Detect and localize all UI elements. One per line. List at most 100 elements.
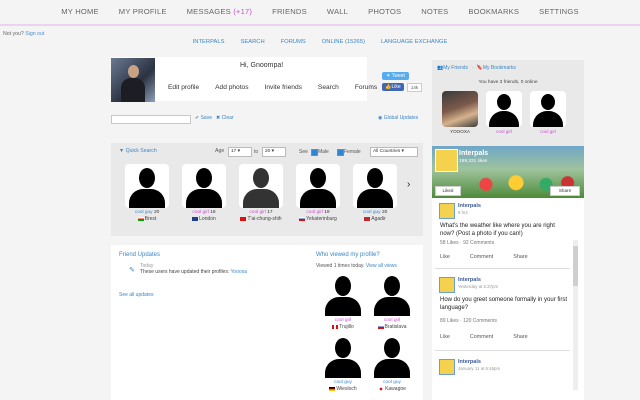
country-value: All Countries — [373, 149, 401, 154]
friend-card[interactable]: cool girl — [486, 91, 522, 134]
nav-settings[interactable]: SETTINGS — [529, 0, 589, 24]
male-label: Male — [318, 149, 329, 155]
who-viewed-title[interactable]: Who viewed my profile? — [316, 252, 380, 258]
edit-profile-button[interactable]: Edit profile — [160, 84, 207, 91]
nav-bookmarks[interactable]: BOOKMARKS — [458, 0, 529, 24]
post-author[interactable]: Interpals — [458, 359, 481, 365]
invite-friends-button[interactable]: Invite friends — [257, 84, 310, 91]
post-time: January 11 at 6:46pm — [458, 366, 501, 371]
share-button[interactable]: Share — [550, 186, 580, 196]
nav-friends[interactable]: FRIENDS — [262, 0, 317, 24]
viewer-card[interactable]: cool girl Trujillo — [321, 272, 365, 330]
search-result-card[interactable]: cool girl 17 T'ai-chung-shih — [239, 164, 283, 222]
viewer-card[interactable]: cool girl Bratislava — [370, 272, 414, 330]
like-post-button[interactable]: Like — [440, 254, 450, 260]
next-arrow-icon[interactable]: › — [407, 179, 410, 190]
subnav-language-exchange[interactable]: LANGUAGE EXCHANGE — [373, 39, 455, 45]
liked-button[interactable]: Liked — [435, 186, 461, 196]
subnav-search[interactable]: SEARCH — [232, 39, 272, 45]
result-name: cool guy 20 — [362, 210, 388, 215]
female-checkbox[interactable] — [337, 149, 344, 156]
subnav-interpals[interactable]: INTERPALS — [185, 39, 233, 45]
save-link[interactable]: ✔ Save — [195, 115, 212, 121]
flag-icon — [192, 216, 199, 221]
friend-card[interactable]: YOOOXA — [442, 91, 478, 134]
nav-my-profile[interactable]: MY PROFILE — [109, 0, 177, 24]
global-updates-link[interactable]: ◉ Global Updates — [378, 115, 418, 121]
add-photos-button[interactable]: Add photos — [207, 84, 256, 91]
friend-card[interactable]: cool girl — [530, 91, 566, 134]
flag-icon — [240, 216, 247, 221]
friend-photo — [442, 91, 478, 127]
flag-icon — [377, 324, 384, 329]
share-post-button[interactable]: Share — [513, 254, 527, 260]
tweet-button[interactable]: ✦ Tweet — [382, 72, 409, 80]
facebook-page-name[interactable]: Interpals — [459, 150, 488, 157]
nav-messages[interactable]: MESSAGES (+17) — [177, 0, 263, 24]
tab-my-friends[interactable]: 👥My Friends — [437, 65, 468, 71]
share-post-button[interactable]: Share — [513, 334, 527, 340]
facebook-widget: Interpals 199,331 likes Liked Share Inte… — [432, 146, 584, 400]
like-label: Like — [391, 84, 401, 90]
signout-link[interactable]: Sign out — [25, 31, 44, 37]
nav-my-home[interactable]: MY HOME — [51, 0, 109, 24]
search-result-card[interactable]: cool girl 18 London — [182, 164, 226, 222]
post-time: 9 hrs — [458, 210, 468, 215]
subnav-forums[interactable]: FORUMS — [273, 39, 314, 45]
comment-post-button[interactable]: Comment — [470, 254, 493, 260]
post-author[interactable]: Interpals — [458, 203, 481, 209]
like-post-button[interactable]: Like — [440, 334, 450, 340]
post-author[interactable]: Interpals — [458, 277, 481, 283]
post-text: What's the weather like where you are ri… — [440, 223, 555, 237]
quick-search-results: cool guy 20 Brest cool girl 18 London co… — [125, 164, 397, 222]
nav-notes[interactable]: NOTES — [411, 0, 458, 24]
country-select[interactable]: All Countries ▾ — [370, 147, 418, 157]
friends-tabs: 👥My Friends · 🔖My Bookmarks — [437, 65, 516, 71]
flag-icon — [378, 386, 385, 391]
age-from-select[interactable]: 17 ▾ — [228, 147, 252, 157]
search-result-card[interactable]: cool girl 19 Yekaterinburg — [296, 164, 340, 222]
comment-post-button[interactable]: Comment — [470, 334, 493, 340]
tab-my-bookmarks[interactable]: 🔖My Bookmarks — [477, 65, 516, 71]
friend-updates-title: Friend Updates — [119, 252, 161, 258]
facebook-like-button[interactable]: 👍Like — [382, 83, 404, 91]
avatar[interactable] — [111, 58, 155, 102]
search-result-card[interactable]: cool guy 20 Agadir — [353, 164, 397, 222]
age-to-select[interactable]: 20 ▾ — [262, 147, 286, 157]
result-location: Brest — [125, 216, 169, 222]
viewer-name: cool girl — [383, 318, 401, 323]
viewer-name: cool girl — [334, 318, 352, 323]
view-all-views-link[interactable]: View all views — [366, 263, 397, 269]
flag-icon — [364, 216, 371, 221]
who-viewed-sub: Viewed 1 times today. View all views — [316, 263, 397, 269]
globe-icon: ◉ — [378, 115, 383, 121]
see-all-updates-link[interactable]: See all updates — [119, 292, 153, 298]
result-name: cool guy 20 — [134, 210, 160, 215]
see-label: See — [299, 149, 308, 155]
update-user-link[interactable]: Yoooxa — [231, 269, 248, 275]
search-result-card[interactable]: cool guy 20 Brest — [125, 164, 169, 222]
subnav-online[interactable]: ONLINE (15265) — [314, 39, 373, 45]
greeting-text: Hi, Gnoompa! — [240, 62, 284, 69]
viewer-card[interactable]: cool guy Kawagoe — [370, 334, 414, 392]
scrollbar-thumb[interactable] — [573, 246, 578, 286]
top-nav: MY HOME MY PROFILE MESSAGES (+17) FRIEND… — [0, 0, 640, 26]
male-checkbox[interactable] — [311, 149, 318, 156]
viewer-card[interactable]: cool guy Wiesloch — [321, 334, 365, 392]
avatar — [353, 164, 397, 208]
clear-link[interactable]: ✖ Clear — [216, 115, 234, 121]
nav-photos[interactable]: PHOTOS — [358, 0, 411, 24]
status-input[interactable] — [111, 115, 191, 124]
search-button[interactable]: Search — [310, 84, 347, 91]
result-location: London — [182, 216, 226, 222]
nav-wall[interactable]: WALL — [317, 0, 358, 24]
quick-search-panel: ▼ Quick Search Age 17 ▾ to 20 ▾ See Male… — [111, 143, 423, 236]
facebook-post: Interpals January 11 at 6:46pm — [435, 356, 570, 400]
result-location: Agadir — [353, 216, 397, 222]
quick-search-toggle[interactable]: ▼ Quick Search — [119, 148, 157, 154]
forums-button[interactable]: Forums — [347, 84, 385, 91]
flag-icon — [299, 216, 306, 221]
signout-text: Not you? Sign out — [3, 31, 44, 37]
scrollbar[interactable] — [573, 240, 578, 390]
facebook-cover: Interpals 199,331 likes Liked Share — [432, 146, 584, 198]
